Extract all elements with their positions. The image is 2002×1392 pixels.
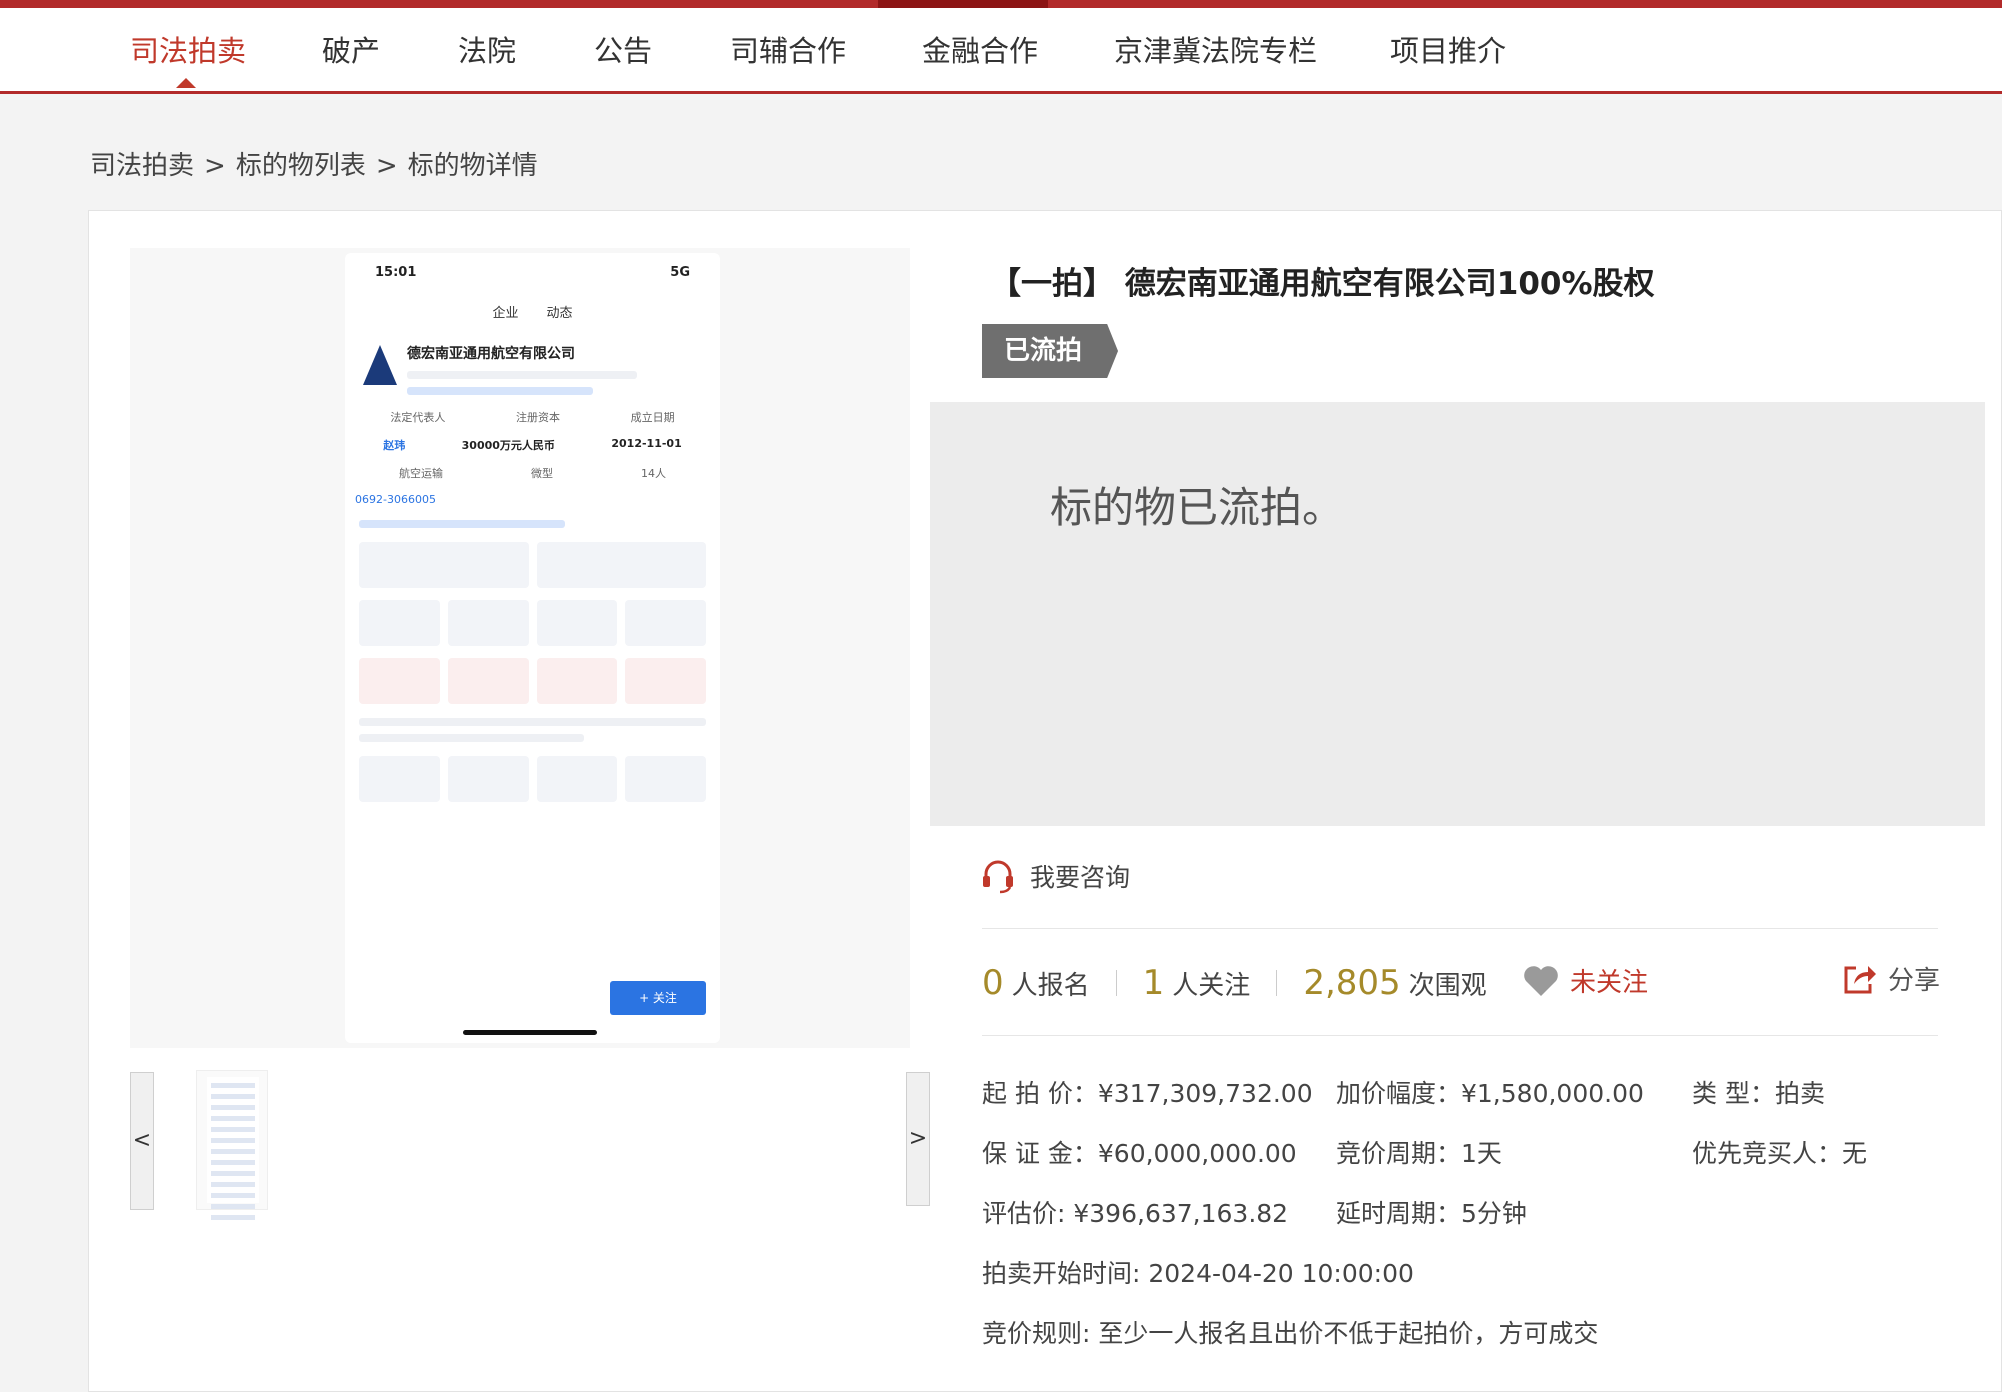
phone-status-bar: 15:01 5G (345, 253, 720, 280)
stats-separator (1115, 970, 1117, 996)
phone-shareholder-grid (345, 536, 720, 594)
phone-signal: 5G (670, 265, 690, 280)
auction-start-time: 拍卖开始时间: 2024-04-20 10:00:00 (982, 1259, 1414, 1288)
thumbnail-prev-button[interactable]: < (130, 1072, 154, 1210)
divider (982, 1035, 1938, 1036)
bid-period: 竞价周期：1天 (1336, 1139, 1502, 1168)
auction-type: 类 型：拍卖 (1692, 1079, 1825, 1108)
nav-item-judicial-auction[interactable]: 司法拍卖 (130, 28, 246, 70)
follow-button[interactable]: 未关注 (1522, 962, 1648, 999)
phone-service-grid (345, 750, 720, 808)
phone-basic-labels: 法定代表人 注册资本 成立日期 (345, 403, 720, 431)
phone-legal-rep: 赵玮 (383, 439, 406, 452)
thumbnail-next-button[interactable]: > (906, 1072, 930, 1206)
item-title: 【一拍】 德宏南亚通用航空有限公司100%股权 (990, 266, 1655, 302)
view-unit: 次围观 (1408, 970, 1487, 1001)
main-nav: 司法拍卖 破产 法院 公告 司辅合作 金融合作 京津冀法院专栏 项目推介 (0, 8, 2002, 94)
top-accent-highlight (878, 0, 1048, 8)
consult-label: 我要咨询 (1030, 863, 1131, 892)
delay-period: 延时周期：5分钟 (1336, 1199, 1527, 1228)
phone-people-grid (345, 594, 720, 652)
phone-tab-dynamic: 动态 (546, 306, 573, 321)
phone-home-indicator (463, 1030, 597, 1035)
phone-company-header: 德宏南亚通用航空有限公司 (345, 321, 720, 395)
bid-increment: 加价幅度：¥1,580,000.00 (1336, 1079, 1644, 1108)
heart-icon (1524, 965, 1558, 996)
phone-legal-rep-label: 法定代表人 (390, 411, 446, 424)
phone-industry-row: 航空运输 微型 14人 (345, 459, 720, 487)
phone-risk-grid (345, 652, 720, 710)
breadcrumb-detail: 标的物详情 (407, 151, 538, 181)
priority-buyer: 优先竞买人：无 (1692, 1139, 1868, 1168)
breadcrumb-separator: > (375, 151, 398, 181)
main-image[interactable]: 15:01 5G 企业 动态 德宏南亚通用航空有限公司 法定代表人 注册资本 成… (130, 248, 910, 1048)
phone-capital: 30000万元人民币 (461, 439, 555, 452)
share-button[interactable]: 分享 (1842, 960, 1940, 997)
breadcrumb-auction[interactable]: 司法拍卖 (90, 151, 194, 181)
stats-separator (1276, 970, 1278, 996)
phone-tab-company: 企业 (492, 306, 519, 321)
signup-unit: 人报名 (1011, 970, 1090, 1001)
phone-capital-label: 注册资本 (515, 411, 560, 424)
phone-screenshot: 15:01 5G 企业 动态 德宏南亚通用航空有限公司 法定代表人 注册资本 成… (345, 253, 720, 1043)
phone-time: 15:01 (375, 265, 417, 280)
phone-basic-values: 赵玮 30000万元人民币 2012-11-01 (345, 431, 720, 459)
phone-tabs: 企业 动态 (345, 302, 720, 321)
headset-icon (983, 860, 1013, 894)
phone-staff: 14人 (641, 467, 666, 480)
view-count: 2,805 (1303, 963, 1401, 1003)
follower-unit: 人关注 (1172, 970, 1251, 1001)
divider (982, 928, 1938, 929)
phone-contact-row: 0692-3066005 (345, 487, 720, 512)
thumbnail-item[interactable] (196, 1070, 268, 1220)
phone-follow-button: + 关注 (610, 981, 706, 1015)
phone-scale: 微型 (531, 467, 553, 480)
phone-founded: 2012-11-01 (611, 437, 682, 450)
top-accent-bar (0, 0, 2002, 8)
nav-item-bankruptcy[interactable]: 破产 (322, 28, 380, 70)
breadcrumb-list[interactable]: 标的物列表 (236, 151, 366, 181)
breadcrumb: 司法拍卖 > 标的物列表 > 标的物详情 (90, 145, 538, 182)
appraisal-price: 评估价: ¥396,637,163.82 (982, 1199, 1289, 1228)
share-icon (1844, 965, 1876, 993)
follower-count: 1 (1142, 963, 1165, 1003)
nav-item-court[interactable]: 法院 (458, 28, 516, 70)
active-nav-caret (176, 78, 196, 88)
nav-item-finance[interactable]: 金融合作 (922, 28, 1038, 70)
signup-count: 0 (982, 963, 1004, 1003)
start-price: 起 拍 价：¥317,309,732.00 (982, 1079, 1313, 1108)
nav-item-announcement[interactable]: 公告 (594, 28, 652, 70)
phone-founded-label: 成立日期 (630, 411, 675, 424)
thumbnail-image (207, 1077, 259, 1220)
phone-number: 0692-3066005 (355, 493, 436, 506)
bid-rule: 竞价规则: 至少一人报名且出价不低于起拍价，方可成交 (982, 1319, 1599, 1348)
status-notice-text: 标的物已流拍。 (1050, 483, 1345, 532)
phone-company-name: 德宏南亚通用航空有限公司 (407, 346, 575, 362)
breadcrumb-separator: > (204, 151, 226, 181)
nav-item-jjj-court[interactable]: 京津冀法院专栏 (1114, 28, 1317, 70)
nav-item-project[interactable]: 项目推介 (1390, 28, 1506, 70)
share-label: 分享 (1888, 966, 1941, 996)
stats-bar: 0 人报名 1 人关注 2,805 次围观 (982, 958, 1487, 1008)
follow-label: 未关注 (1570, 968, 1649, 998)
consult-button[interactable]: 我要咨询 (980, 858, 1130, 894)
status-notice-panel: 标的物已流拍。 (930, 402, 1985, 826)
phone-industry: 航空运输 (399, 467, 443, 480)
nav-item-judicial-assist[interactable]: 司辅合作 (730, 28, 846, 70)
deposit: 保 证 金：¥60,000,000.00 (982, 1139, 1297, 1168)
status-badge: 已流拍 (982, 324, 1119, 378)
